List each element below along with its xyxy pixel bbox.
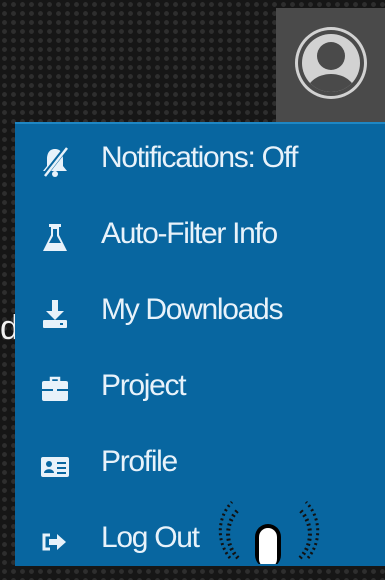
user-dropdown-menu: Notifications: Off Auto-Filter Info My D… [15,122,385,566]
menu-item-label: My Downloads [101,293,283,326]
id-card-icon [41,457,69,477]
flask-icon [43,224,67,251]
menu-item-label: Auto-Filter Info [101,217,278,250]
menu-item-profile[interactable]: Profile [15,428,385,504]
menu-item-project[interactable]: Project [15,352,385,428]
user-menu-button[interactable] [276,8,385,122]
menu-item-auto-filter-info[interactable]: Auto-Filter Info [15,200,385,276]
menu-item-label: Profile [101,445,178,478]
menu-item-my-downloads[interactable]: My Downloads [15,276,385,352]
menu-item-label: Notifications: Off [101,141,298,174]
menu-item-label: Log Out [101,521,200,554]
briefcase-icon [42,376,68,401]
bell-slash-icon [42,146,68,178]
menu-item-label: Project [101,369,187,402]
user-avatar-icon [295,27,367,99]
menu-item-log-out[interactable]: Log Out [15,504,385,580]
sign-out-icon [42,533,66,551]
menu-item-notifications[interactable]: Notifications: Off [15,124,385,200]
download-icon [43,300,67,328]
